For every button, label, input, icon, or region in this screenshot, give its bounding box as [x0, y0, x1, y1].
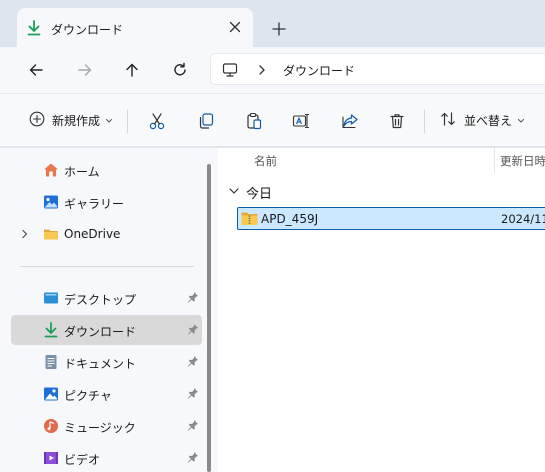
sidebar-item-videos[interactable]: ビデオ [11, 443, 202, 472]
sidebar-scrollbar[interactable] [205, 148, 213, 472]
tab-strip: ダウンロード [0, 0, 545, 47]
sidebar-item-gallery[interactable]: ギャラリー [11, 187, 202, 217]
back-arrow-icon[interactable] [23, 57, 49, 83]
new-button-label: 新規作成 [52, 114, 101, 128]
paste-icon[interactable] [243, 110, 265, 132]
sidebar-item-label: ホーム [64, 165, 100, 179]
forward-arrow-icon[interactable] [72, 57, 98, 83]
column-header-name[interactable]: 名前 [254, 153, 277, 169]
tab-title: ダウンロード [51, 23, 124, 37]
pin-icon[interactable] [187, 419, 199, 434]
navigation-pane: ホーム ギャラリー OneDrive デスクトップ ダウンロード ドキュメント … [0, 148, 218, 472]
sidebar-item-music[interactable]: ミュージック [11, 411, 202, 441]
sidebar-item-label: ダウンロード [64, 325, 137, 339]
copy-icon[interactable] [195, 110, 217, 132]
download-icon [43, 322, 59, 338]
navigation-bar: ダウンロード [0, 47, 545, 93]
home-icon [43, 162, 59, 178]
refresh-icon[interactable] [167, 57, 193, 83]
up-arrow-icon[interactable] [119, 57, 145, 83]
chevron-down-icon [105, 114, 113, 128]
sidebar-item-pictures[interactable]: ピクチャ [11, 379, 202, 409]
chevron-right-icon[interactable] [21, 228, 29, 243]
share-icon[interactable] [339, 110, 361, 132]
delete-icon[interactable] [386, 110, 408, 132]
pictures-icon [43, 386, 59, 402]
column-header-date-modified[interactable]: 更新日時 [500, 153, 545, 169]
pin-icon[interactable] [187, 387, 199, 402]
group-header-today[interactable]: 今日 [228, 183, 272, 202]
file-date-modified: 2024/11/ [501, 212, 545, 226]
pin-icon[interactable] [187, 355, 199, 370]
chevron-down-icon[interactable] [228, 185, 240, 200]
sidebar-item-label: OneDrive [64, 227, 121, 241]
tab-downloads[interactable]: ダウンロード [17, 8, 253, 47]
file-name: APD_459J [261, 212, 319, 226]
toolbar-divider [127, 109, 128, 133]
document-icon [43, 354, 59, 370]
new-tab-icon[interactable] [268, 18, 290, 40]
sidebar-item-desktop[interactable]: デスクトップ [11, 283, 202, 313]
file-row[interactable]: APD_459J 2024/11/ [237, 207, 545, 230]
new-button[interactable]: 新規作成 [29, 111, 113, 130]
this-pc-icon[interactable] [222, 62, 238, 81]
sidebar-item-onedrive[interactable]: OneDrive [11, 219, 202, 249]
column-header-row: 名前 更新日時 [218, 148, 545, 173]
pin-icon[interactable] [187, 291, 199, 306]
sidebar-item-documents[interactable]: ドキュメント [11, 347, 202, 377]
close-tab-icon[interactable] [225, 17, 245, 37]
gallery-icon [43, 194, 59, 210]
command-toolbar: 新規作成 並べ替え [0, 93, 545, 147]
sort-button-label: 並べ替え [464, 114, 513, 128]
music-icon [43, 418, 59, 434]
sidebar-item-label: ミュージック [64, 421, 136, 435]
zip-folder-icon [241, 211, 258, 229]
download-icon [26, 20, 42, 36]
pin-icon[interactable] [187, 323, 199, 338]
sidebar-item-downloads[interactable]: ダウンロード [11, 315, 202, 345]
desktop-icon [43, 290, 59, 306]
sidebar-item-label: ビデオ [64, 453, 101, 467]
chevron-down-icon [517, 114, 525, 128]
pin-icon[interactable] [187, 451, 199, 466]
video-icon [43, 450, 59, 466]
rename-icon[interactable] [290, 110, 312, 132]
sidebar-item-label: ピクチャ [64, 389, 112, 403]
sidebar-divider [20, 266, 194, 267]
group-label: 今日 [246, 187, 273, 202]
folder-icon [43, 226, 59, 242]
cut-icon[interactable] [146, 110, 168, 132]
sort-arrows-icon [440, 111, 456, 130]
sidebar-item-label: ドキュメント [64, 357, 137, 371]
sidebar-item-label: デスクトップ [64, 293, 137, 307]
column-divider[interactable] [494, 148, 495, 173]
address-bar[interactable]: ダウンロード [210, 53, 545, 85]
toolbar-divider [424, 109, 425, 133]
sidebar-item-home[interactable]: ホーム [11, 155, 202, 185]
sidebar-item-label: ギャラリー [64, 197, 125, 211]
sort-button[interactable]: 並べ替え [440, 111, 525, 130]
file-list: 名前 更新日時 今日 APD_459J 2024/11/ [218, 148, 545, 472]
scrollbar-thumb[interactable] [207, 164, 211, 472]
chevron-right-icon[interactable] [257, 62, 267, 81]
plus-circle-icon [29, 111, 45, 130]
breadcrumb-downloads[interactable]: ダウンロード [283, 62, 355, 79]
